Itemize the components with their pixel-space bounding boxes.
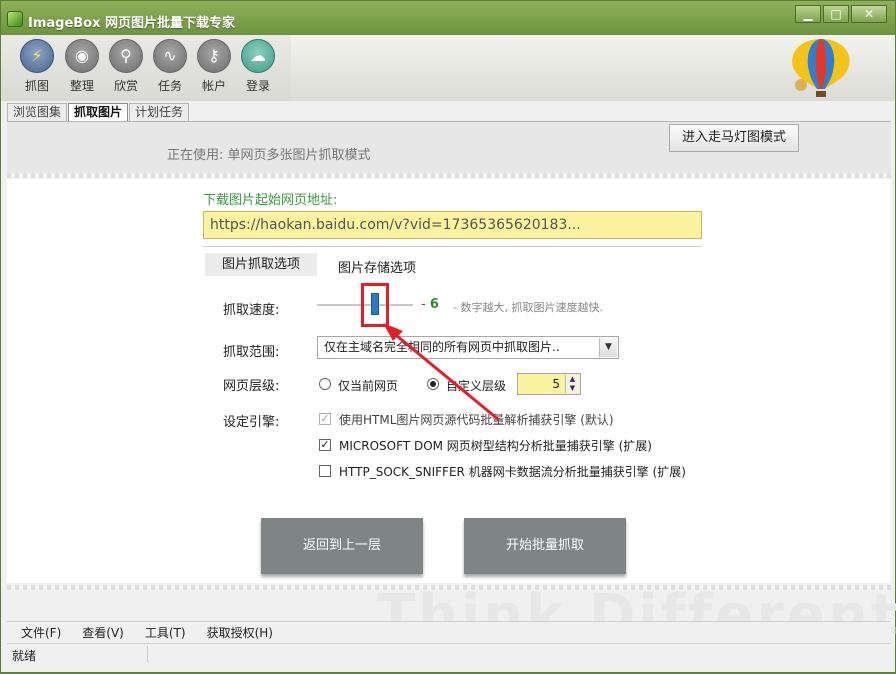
toolbar-login-label: 登录 — [245, 79, 270, 93]
speed-highlight-box — [360, 283, 389, 327]
tab-capture-options[interactable]: 图片抓取选项 — [205, 253, 317, 276]
toolbar-capture-label: 抓图 — [24, 79, 49, 93]
app-window: ImageBox 网页图片批量下载专家 ▁ □ ✕ ⚡ 抓图 ◉ 整理 ⚲ 欣赏… — [0, 0, 896, 673]
cloud-upload-icon: ☁ — [241, 39, 275, 73]
scope-label: 抓取范围: — [223, 345, 280, 360]
depth-label: 网页层级: — [223, 379, 280, 394]
scope-select[interactable]: 仅在主域名完全相同的所有网页中抓取图片.. ▼ — [317, 336, 619, 359]
minimize-button[interactable]: ▁ — [795, 5, 821, 23]
toolbar-organize[interactable]: ◉ 整理 — [62, 39, 102, 94]
close-button[interactable]: ✕ — [851, 5, 887, 23]
title-bar[interactable]: ImageBox 网页图片批量下载专家 ▁ □ ✕ — [1, 1, 895, 35]
toolbar-organize-label: 整理 — [69, 79, 94, 93]
depth-custom-label: 自定义层级 — [446, 379, 507, 393]
tab-browse-gallery[interactable]: 浏览图集 — [7, 103, 68, 121]
tab-scheduled-tasks[interactable]: 计划任务 — [129, 103, 190, 121]
key-icon: ⚷ — [197, 39, 231, 73]
toolbar-capture[interactable]: ⚡ 抓图 — [17, 39, 57, 94]
status-text: 就绪 — [12, 649, 37, 663]
toolbar-tasks[interactable]: ∿ 任务 — [150, 39, 190, 94]
maximize-button[interactable]: □ — [823, 5, 849, 23]
chevron-down-icon[interactable]: ▼ — [599, 338, 617, 357]
app-cube-icon — [7, 11, 23, 27]
toolbar-tasks-label: 任务 — [157, 79, 182, 93]
menu-license[interactable]: 获取授权(H) — [193, 622, 280, 641]
engine-sniffer-checkbox[interactable] — [319, 465, 331, 477]
hot-air-balloon-logo — [792, 39, 850, 97]
tab-storage-options[interactable]: 图片存储选项 — [338, 257, 416, 276]
depth-stepper[interactable]: 5 ▲ ▼ — [517, 373, 581, 395]
depth-current-radio[interactable] — [319, 378, 331, 390]
magnifier-icon: ⚲ — [109, 39, 143, 73]
window-title: ImageBox 网页图片批量下载专家 — [28, 16, 236, 31]
lightning-icon: ⚡ — [20, 39, 54, 73]
toolbar-login[interactable]: ☁ 登录 — [238, 39, 278, 94]
back-button[interactable]: 返回到上一层 — [261, 518, 423, 574]
main-toolbar: ⚡ 抓图 ◉ 整理 ⚲ 欣赏 ∿ 任务 ⚷ 帐户 ☁ 登录 — [1, 35, 895, 101]
dashed-divider-top — [7, 173, 891, 178]
engine-html-label: 使用HTML图片网页源代码批量解析捕获引擎 (默认) — [339, 413, 614, 427]
menu-tools[interactable]: 工具(T) — [131, 622, 193, 641]
main-tabs: 浏览图集 抓取图片 计划任务 — [7, 103, 190, 121]
toolbar-view-label: 欣赏 — [113, 79, 138, 93]
speed-number: 6 — [429, 297, 439, 312]
engine-dom-label: MICROSOFT DOM 网页树型结构分析批量捕获引擎 (扩展) — [339, 439, 652, 453]
menu-bar: 文件(F) 查看(V) 工具(T) 获取授权(H) — [7, 621, 891, 641]
url-label: 下载图片起始网页地址: — [203, 193, 338, 208]
depth-current-label: 仅当前网页 — [338, 379, 399, 393]
depth-stepper-value: 5 — [552, 377, 560, 391]
engine-sniffer-label: HTTP_SOCK_SNIFFER 机器网卡数据流分析批量捕获引擎 (扩展) — [339, 465, 686, 479]
options-divider — [203, 246, 702, 247]
toolbar-account-label: 帐户 — [201, 79, 226, 93]
scope-select-value: 仅在主域名完全相同的所有网页中抓取图片.. — [324, 340, 560, 354]
url-input[interactable]: https://haokan.baidu.com/v?vid=173653656… — [203, 211, 702, 239]
speed-label: 抓取速度: — [223, 303, 280, 318]
dashed-divider-bottom — [7, 585, 891, 590]
stepper-arrows-icon[interactable]: ▲ ▼ — [565, 375, 579, 393]
depth-custom-radio[interactable] — [427, 378, 439, 390]
current-mode-text: 正在使用: 单网页多张图片抓取模式 — [167, 148, 371, 163]
speed-value: - 6 — [421, 297, 439, 312]
engine-dom-checkbox[interactable]: ✓ — [319, 439, 331, 451]
status-divider — [147, 646, 148, 662]
window-controls: ▁ □ ✕ — [795, 5, 887, 23]
speed-hint: - 数字越大, 抓取图片速度越快. — [453, 301, 603, 314]
marquee-mode-button[interactable]: 进入走马灯图模式 — [669, 124, 799, 152]
mode-strip: 正在使用: 单网页多张图片抓取模式 进入走马灯图模式 — [7, 122, 891, 174]
toolbar-account[interactable]: ⚷ 帐户 — [194, 39, 234, 94]
disc-icon: ◉ — [65, 39, 99, 73]
tab-capture-images[interactable]: 抓取图片 — [68, 103, 129, 121]
menu-file[interactable]: 文件(F) — [7, 622, 68, 641]
engine-label: 设定引擎: — [223, 415, 280, 430]
capture-panel: 下载图片起始网页地址: https://haokan.baidu.com/v?v… — [7, 179, 896, 648]
engine-html-checkbox: ✓ — [319, 412, 331, 425]
start-capture-button[interactable]: 开始批量抓取 — [464, 518, 626, 574]
menu-view[interactable]: 查看(V) — [68, 622, 131, 641]
wave-icon: ∿ — [153, 39, 187, 73]
status-bar: 就绪 — [7, 643, 891, 663]
toolbar-view[interactable]: ⚲ 欣赏 — [106, 39, 146, 94]
